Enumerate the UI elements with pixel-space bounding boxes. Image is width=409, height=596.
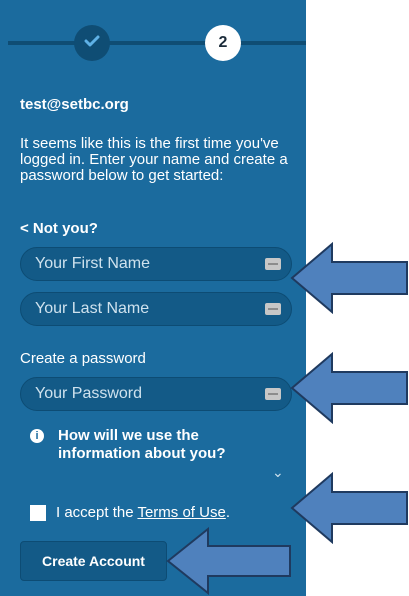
arrow-annotation-names bbox=[290, 242, 408, 314]
intro-text: It seems like this is the first time you… bbox=[20, 135, 288, 184]
step-2-current: 2 bbox=[205, 25, 241, 61]
terms-checkbox-row: I accept the Terms of Use. bbox=[30, 504, 230, 521]
step-1-complete bbox=[74, 25, 110, 61]
arrow-annotation-terms bbox=[290, 472, 408, 544]
accept-suffix: . bbox=[225, 504, 230, 521]
keyboard-icon bbox=[265, 258, 281, 270]
info-expander[interactable]: i How will we use the information about … bbox=[30, 427, 258, 463]
chevron-down-icon[interactable]: ⌄ bbox=[272, 464, 284, 481]
accept-prefix: I accept the bbox=[56, 504, 138, 521]
keyboard-icon bbox=[265, 303, 281, 315]
arrow-annotation-password bbox=[290, 352, 408, 424]
keyboard-icon bbox=[265, 388, 281, 400]
arrow-annotation-create-account bbox=[166, 527, 291, 595]
accept-text: I accept the Terms of Use. bbox=[56, 504, 230, 521]
account-email: test@setbc.org bbox=[20, 96, 129, 113]
first-name-placeholder: Your First Name bbox=[35, 255, 150, 272]
check-icon bbox=[84, 34, 100, 53]
info-icon: i bbox=[30, 429, 44, 443]
not-you-link[interactable]: < Not you? bbox=[20, 220, 98, 237]
signup-panel: 2 test@setbc.org It seems like this is t… bbox=[0, 0, 306, 596]
password-placeholder: Your Password bbox=[35, 385, 143, 402]
terms-of-use-link[interactable]: Terms of Use bbox=[137, 504, 225, 521]
create-account-button[interactable]: Create Account bbox=[20, 541, 167, 581]
last-name-input[interactable]: Your Last Name bbox=[20, 292, 292, 326]
password-label: Create a password bbox=[20, 350, 146, 367]
last-name-placeholder: Your Last Name bbox=[35, 300, 150, 317]
terms-checkbox[interactable] bbox=[30, 504, 46, 521]
info-text: How will we use the information about yo… bbox=[58, 427, 226, 462]
password-input[interactable]: Your Password bbox=[20, 377, 292, 411]
first-name-input[interactable]: Your First Name bbox=[20, 247, 292, 281]
stepper-line bbox=[8, 41, 306, 45]
